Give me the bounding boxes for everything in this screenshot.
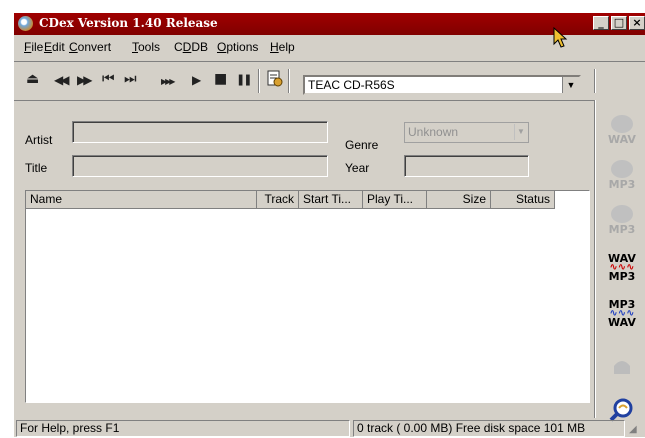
artist-label: Artist <box>25 133 53 147</box>
toolbar-separator <box>288 69 290 93</box>
close-button[interactable]: × <box>629 16 645 30</box>
cdex-app-icon[interactable] <box>18 16 33 31</box>
genre-label: Genre <box>345 138 379 152</box>
menu-convert[interactable]: Convert <box>69 40 111 54</box>
column-size[interactable]: Size <box>427 191 491 209</box>
track-list[interactable]: Name Track Start Ti... Play Ti... Size S… <box>25 190 590 403</box>
sidebar-separator <box>594 100 596 418</box>
status-help-text: For Help, press F1 <box>16 420 350 437</box>
year-field[interactable] <box>404 155 529 177</box>
extract-mp3-button[interactable]: MP3 <box>602 155 642 195</box>
rewind-icon[interactable]: ◀◀ <box>54 73 70 87</box>
chevron-down-icon[interactable]: ▼ <box>562 77 579 93</box>
maximize-button[interactable]: □ <box>611 16 627 30</box>
title-field[interactable] <box>72 155 328 177</box>
chevron-down-icon[interactable]: ▼ <box>514 124 527 140</box>
next-track-icon[interactable]: ⏭ <box>124 72 137 86</box>
cd-info-icon[interactable] <box>267 70 283 87</box>
window-title: CDex Version 1.40 Release <box>39 16 218 30</box>
previous-track-icon[interactable]: ⏮ <box>102 72 115 86</box>
menu-divider <box>14 61 645 62</box>
mouse-cursor-icon <box>553 27 568 48</box>
cd-drive-select[interactable]: TEAC CD-R56S ▼ <box>303 75 581 95</box>
cd-drive-value: TEAC CD-R56S <box>308 78 395 92</box>
menu-cddb[interactable]: CDDB <box>174 40 208 54</box>
cd-disc-icon <box>611 160 633 178</box>
genre-value: Unknown <box>408 125 459 139</box>
menu-help[interactable]: Help <box>270 40 295 54</box>
extract-wav-button[interactable]: WAV <box>602 110 642 150</box>
column-status[interactable]: Status <box>491 191 555 209</box>
record-icon <box>614 361 630 374</box>
pause-icon[interactable]: ❚❚ <box>236 73 253 87</box>
minimize-button[interactable]: _ <box>593 16 609 30</box>
column-name[interactable]: Name <box>26 191 257 209</box>
title-bar[interactable]: CDex Version 1.40 Release _ □ × <box>14 13 645 35</box>
play-icon[interactable]: ▶ <box>192 73 201 87</box>
stop-icon[interactable]: ■ <box>214 72 227 86</box>
cd-disc-icon <box>611 115 633 133</box>
toolbar-separator <box>594 69 596 93</box>
eject-icon[interactable]: ⏏ <box>26 72 39 86</box>
convert-mp3-to-wav-button[interactable]: MP3 ∿∿∿ WAV <box>602 294 642 334</box>
skip-icon[interactable]: ▶▶▶ <box>161 75 176 89</box>
cd-disc-icon <box>611 205 633 223</box>
menu-edit[interactable]: Edit <box>44 40 65 54</box>
menu-tools[interactable]: Tools <box>132 40 160 54</box>
title-label: Title <box>25 161 48 175</box>
convert-wav-to-mp3-button[interactable]: WAV ∿∿∿ MP3 <box>602 248 642 288</box>
status-bar: For Help, press F1 0 track ( 0.00 MB) Fr… <box>14 418 645 438</box>
column-play-time[interactable]: Play Ti... <box>363 191 427 209</box>
year-label: Year <box>345 161 370 175</box>
extract-partial-mp3-button[interactable]: MP3 <box>602 200 642 240</box>
column-track[interactable]: Track <box>257 191 299 209</box>
menu-options[interactable]: Options <box>217 40 258 54</box>
toolbar-divider <box>14 100 595 101</box>
cdex-window: CDex Version 1.40 Release _ □ × File Edi… <box>13 12 645 437</box>
toolbar-separator <box>258 69 260 93</box>
menu-bar: File Edit Convert Tools CDDB Options Hel… <box>14 36 645 56</box>
column-start-time[interactable]: Start Ti... <box>299 191 363 209</box>
menu-file[interactable]: File <box>24 40 43 54</box>
genre-select[interactable]: Unknown ▼ <box>404 122 529 143</box>
resize-grip-icon[interactable]: ◢ <box>629 424 637 435</box>
status-disk-info: 0 track ( 0.00 MB) Free disk space 101 M… <box>353 420 625 437</box>
record-button[interactable] <box>602 346 642 386</box>
fast-forward-icon[interactable]: ▶▶ <box>77 73 93 87</box>
artist-field[interactable] <box>72 121 328 143</box>
